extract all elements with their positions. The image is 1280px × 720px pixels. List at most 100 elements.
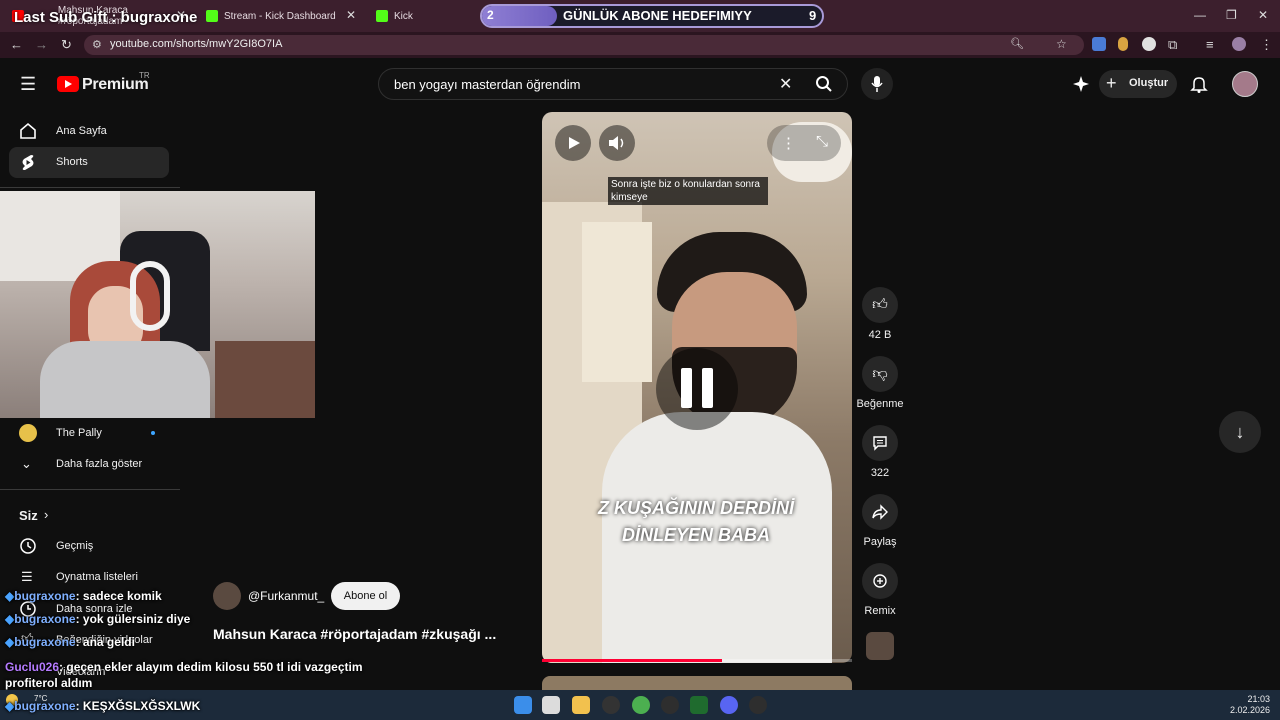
like-count: 42 B xyxy=(868,329,892,341)
home-icon xyxy=(20,122,36,139)
create-label: Oluştur xyxy=(1129,77,1169,89)
top-controls-group xyxy=(767,125,841,161)
discord-icon[interactable] xyxy=(720,696,738,714)
tab-kick-dashboard[interactable]: Stream - Kick Dashboard ✕ xyxy=(198,4,364,28)
channel-avatar[interactable] xyxy=(213,582,241,610)
search-icon[interactable] xyxy=(815,75,833,93)
sidebar-item-history[interactable]: Geçmiş xyxy=(56,540,93,552)
thumbs-down-icon: 👎︎ xyxy=(872,365,888,382)
site-info-icon[interactable]: ⚙ xyxy=(92,38,102,51)
back-icon[interactable]: ← xyxy=(10,37,23,52)
forward-icon[interactable]: → xyxy=(35,37,48,52)
search-input[interactable]: ben yogayı masterdan öğrendim xyxy=(394,77,580,92)
comment-count: 322 xyxy=(870,467,890,479)
sidebar-show-more[interactable]: Daha fazla göster xyxy=(56,458,142,470)
browser-menu-icon[interactable]: ⋮ xyxy=(1260,37,1273,53)
subscribe-button[interactable]: Abone ol xyxy=(331,582,400,610)
reading-list-icon[interactable]: ≡ xyxy=(1206,37,1214,52)
chat-message: ◆bugraxone: KEŞXĞSLXĞSXLWK xyxy=(5,699,201,713)
account-avatar[interactable] xyxy=(1232,71,1258,97)
history-icon xyxy=(20,538,36,554)
notifications-bell-icon[interactable] xyxy=(1190,75,1208,93)
bookmark-star-icon[interactable]: ☆ xyxy=(1056,37,1067,51)
translate-extension-icon[interactable] xyxy=(1092,37,1106,51)
zoom-icon[interactable]: 🔍︎ xyxy=(1010,37,1024,50)
comments-button[interactable] xyxy=(862,425,898,461)
badge-icon: ◆ xyxy=(5,612,15,626)
short-title[interactable]: Mahsun Karaca #röportajadam #zkuşağı ... xyxy=(213,626,496,642)
clear-search-icon[interactable]: ✕ xyxy=(779,74,792,94)
share-label: Paylaş xyxy=(863,536,897,548)
close-tab-icon[interactable]: ✕ xyxy=(346,8,356,22)
sidebar-item-playlists[interactable]: Oynatma listeleri xyxy=(56,571,138,583)
kick-favicon-icon xyxy=(376,10,388,22)
pause-overlay-button[interactable] xyxy=(656,348,738,430)
remix-button[interactable] xyxy=(862,563,898,599)
url-text[interactable]: youtube.com/shorts/mwY2GI8O7IA xyxy=(110,38,282,50)
chat-message: ◆bugraxone: yok gülersiniz diye xyxy=(5,612,191,626)
overlay-line-1: Z KUŞAĞININ DERDİNİ xyxy=(597,498,794,518)
fullscreen-icon[interactable]: ⤡ xyxy=(816,133,828,150)
sidebar-divider xyxy=(0,489,180,490)
dislike-label: Beğenme xyxy=(856,398,904,410)
sub-goal-current: 2 xyxy=(487,8,494,22)
playlists-icon: ☰ xyxy=(21,569,33,584)
next-short-button[interactable]: ↓ xyxy=(1219,411,1261,453)
extensions-puzzle-icon[interactable]: ⧉ xyxy=(1168,37,1177,53)
extension-icon[interactable] xyxy=(1118,37,1128,51)
system-clock[interactable]: 21:03 2.02.2026 xyxy=(1230,694,1270,716)
chat-user: bugraxone xyxy=(14,612,76,626)
close-window-icon[interactable]: ✕ xyxy=(1258,8,1268,22)
chat-text: sadece komik xyxy=(82,589,162,603)
file-explorer-icon[interactable] xyxy=(572,696,590,714)
chat-text: geçen ekler alayım dedim kilosu 550 tl i… xyxy=(5,660,363,690)
chat-user: bugraxone xyxy=(14,635,76,649)
streamer-webcam xyxy=(0,191,315,418)
kick-favicon-icon xyxy=(206,10,218,22)
reload-icon[interactable]: ↻ xyxy=(61,37,72,53)
webcam-headphones xyxy=(130,261,170,331)
tab-label: Stream - Kick Dashboard xyxy=(224,10,336,22)
sidebar-section-you[interactable]: Siz xyxy=(19,508,38,523)
sparkle-icon[interactable] xyxy=(1072,75,1090,93)
video-cabinet xyxy=(582,222,652,382)
play-icon xyxy=(569,137,580,149)
chat-message: ◆bugraxone: sadece komik xyxy=(5,589,162,603)
tab-label: Kick xyxy=(394,10,413,22)
video-subtitle-caption: Sonra işte biz o konulardan sonra kimsey… xyxy=(608,177,768,205)
chat-user: bugraxone xyxy=(14,589,76,603)
minimize-icon[interactable]: — xyxy=(1194,8,1206,22)
like-button[interactable]: 👍︎ xyxy=(862,287,898,323)
pause-bar-right xyxy=(702,368,713,408)
extension-icon[interactable] xyxy=(1142,37,1156,51)
app-g-icon[interactable] xyxy=(661,696,679,714)
badge-icon: ◆ xyxy=(5,635,15,649)
kick-app-icon[interactable] xyxy=(690,696,708,714)
channel-avatar-the-pally xyxy=(19,424,37,442)
shorts-icon xyxy=(22,155,34,170)
app-g2-icon[interactable] xyxy=(749,696,767,714)
windows-start-icon[interactable] xyxy=(514,696,532,714)
hamburger-menu-icon[interactable]: ☰ xyxy=(20,74,36,95)
last-sub-gift-label: Last Sub Gift : bugraxone xyxy=(14,9,198,26)
sidebar-item-the-pally[interactable]: The Pally xyxy=(56,427,102,439)
task-view-icon[interactable] xyxy=(542,696,560,714)
sidebar-item-home[interactable]: Ana Sayfa xyxy=(56,125,107,137)
share-button[interactable] xyxy=(862,494,898,530)
video-overlay-title: Z KUŞAĞININ DERDİNİ DİNLEYEN BABA xyxy=(560,495,832,549)
dislike-button[interactable]: 👎︎ xyxy=(862,356,898,392)
live-dot xyxy=(151,431,155,435)
channel-handle[interactable]: @Furkanmut_ xyxy=(248,589,324,603)
sound-thumbnail[interactable] xyxy=(866,632,894,660)
comment-icon xyxy=(873,436,887,451)
maximize-icon[interactable]: ❐ xyxy=(1226,8,1237,22)
country-code: TR xyxy=(139,71,150,80)
chat-text: KEŞXĞSLXĞSXLWK xyxy=(82,699,201,713)
chrome-icon[interactable] xyxy=(632,696,650,714)
remix-icon xyxy=(873,574,887,588)
obs-icon[interactable] xyxy=(602,696,620,714)
more-options-icon[interactable]: ⋮ xyxy=(781,134,796,152)
profile-avatar-icon[interactable] xyxy=(1232,37,1246,51)
sidebar-divider xyxy=(0,187,180,188)
plus-icon: + xyxy=(1106,73,1117,93)
